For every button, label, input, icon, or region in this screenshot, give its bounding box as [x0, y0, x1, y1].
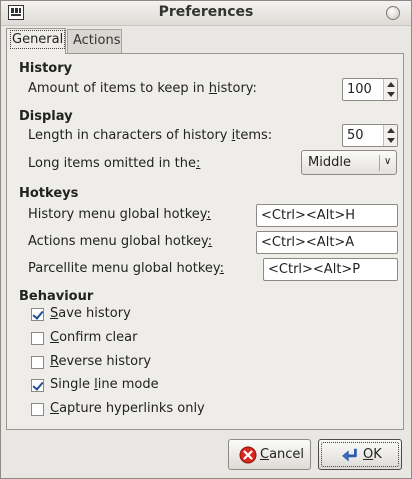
- save-history-label[interactable]: Save history: [50, 306, 131, 321]
- omit-position-dropdown[interactable]: Middle ∨: [301, 150, 397, 175]
- parcellite-hotkey-field[interactable]: <Ctrl><Alt>P: [263, 258, 398, 281]
- history-items-spinner[interactable]: 100: [342, 78, 398, 101]
- dropdown-separator: [379, 155, 380, 171]
- history-hotkey-label: History menu global hotkey:: [28, 207, 211, 222]
- single-line-mode-label[interactable]: Single line mode: [50, 377, 159, 392]
- history-heading: History: [19, 61, 73, 76]
- confirm-clear-label[interactable]: Confirm clear: [50, 330, 137, 345]
- enter-arrow-icon: [342, 448, 357, 462]
- history-items-value: 100: [347, 82, 372, 97]
- spinner-arrows[interactable]: [383, 79, 397, 100]
- title-bar[interactable]: Preferences: [1, 1, 411, 26]
- parcellite-hotkey-label: Parcellite menu global hotkey:: [28, 261, 225, 276]
- reverse-history-label[interactable]: Reverse history: [50, 354, 151, 369]
- save-history-checkbox[interactable]: [31, 308, 44, 321]
- cancel-button[interactable]: Cancel: [228, 439, 311, 470]
- display-heading: Display: [19, 109, 73, 124]
- spin-down-icon[interactable]: [387, 138, 395, 143]
- omit-label: Long items omitted in the:: [28, 156, 201, 171]
- ok-button[interactable]: OK: [318, 439, 402, 470]
- spin-up-icon[interactable]: [387, 82, 395, 87]
- length-value: 50: [347, 128, 364, 143]
- window-title: Preferences: [158, 4, 254, 20]
- actions-hotkey-field[interactable]: <Ctrl><Alt>A: [256, 231, 398, 254]
- actions-hotkey-label: Actions menu global hotkey:: [28, 234, 213, 249]
- preferences-window: Preferences General Actions History Amou…: [0, 0, 412, 479]
- tab-actions[interactable]: Actions: [67, 29, 122, 53]
- reverse-history-checkbox[interactable]: [31, 356, 44, 369]
- tab-general-label: General: [9, 30, 66, 49]
- behaviour-heading: Behaviour: [19, 289, 94, 304]
- tab-general[interactable]: General: [6, 28, 66, 54]
- hotkeys-heading: Hotkeys: [19, 186, 79, 201]
- length-label: Length in characters of history items:: [28, 128, 273, 143]
- parcellite-hotkey-value: <Ctrl><Alt>P: [268, 262, 361, 277]
- spin-up-icon[interactable]: [387, 128, 395, 133]
- cancel-label: Cancel: [260, 447, 305, 462]
- capture-hyperlinks-label[interactable]: Capture hyperlinks only: [50, 401, 205, 416]
- history-items-label: Amount of items to keep in history:: [28, 81, 257, 96]
- confirm-clear-checkbox[interactable]: [31, 332, 44, 345]
- omit-position-value: Middle: [308, 155, 351, 170]
- single-line-mode-checkbox[interactable]: [31, 379, 44, 392]
- spin-down-icon[interactable]: [387, 92, 395, 97]
- tab-actions-label: Actions: [73, 33, 121, 48]
- cancel-icon: [239, 446, 257, 464]
- actions-hotkey-value: <Ctrl><Alt>A: [261, 235, 355, 250]
- chevron-down-icon: ∨: [384, 156, 392, 167]
- history-hotkey-value: <Ctrl><Alt>H: [261, 208, 356, 223]
- ok-label: OK: [363, 447, 382, 462]
- capture-hyperlinks-checkbox[interactable]: [31, 403, 44, 416]
- spinner-arrows[interactable]: [383, 125, 397, 146]
- length-spinner[interactable]: 50: [342, 124, 398, 147]
- close-window-button[interactable]: [386, 6, 400, 20]
- history-hotkey-field[interactable]: <Ctrl><Alt>H: [256, 204, 398, 227]
